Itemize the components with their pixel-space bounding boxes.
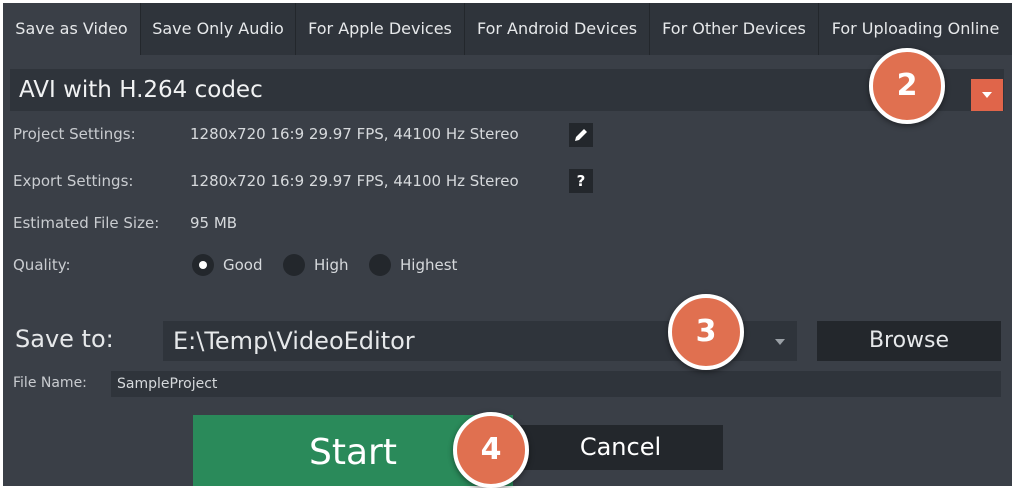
callout-badge-3: 3: [668, 294, 744, 370]
project-settings-label: Project Settings:: [13, 125, 136, 143]
file-name-label: File Name:: [13, 375, 87, 391]
file-size-label: Estimated File Size:: [13, 214, 160, 232]
tab-uploading-online[interactable]: For Uploading Online: [819, 3, 1012, 55]
save-to-dropdown-button[interactable]: [763, 321, 797, 361]
callout-badge-2: 2: [869, 48, 945, 124]
quality-good-radio[interactable]: [192, 254, 214, 276]
tab-save-only-audio[interactable]: Save Only Audio: [141, 3, 296, 55]
save-to-path: E:\Temp\VideoEditor: [173, 327, 415, 355]
quality-high-radio[interactable]: [283, 254, 305, 276]
file-size-value: 95 MB: [190, 214, 238, 232]
tab-save-as-video[interactable]: Save as Video: [3, 3, 141, 55]
quality-highest-radio[interactable]: [369, 254, 391, 276]
tab-android-devices[interactable]: For Android Devices: [465, 3, 650, 55]
export-settings-label: Export Settings:: [13, 172, 134, 190]
edit-settings-button[interactable]: [569, 123, 593, 147]
quality-good-label[interactable]: Good: [223, 256, 263, 274]
tab-other-devices[interactable]: For Other Devices: [650, 3, 819, 55]
quality-high-label[interactable]: High: [314, 256, 348, 274]
project-settings-value: 1280x720 16:9 29.97 FPS, 44100 Hz Stereo: [190, 125, 519, 143]
format-value: AVI with H.264 codec: [19, 77, 263, 103]
export-settings-value: 1280x720 16:9 29.97 FPS, 44100 Hz Stereo: [190, 172, 519, 190]
tab-apple-devices[interactable]: For Apple Devices: [296, 3, 465, 55]
format-select[interactable]: AVI with H.264 codec: [10, 69, 1004, 111]
file-name-value: SampleProject: [117, 376, 218, 392]
quality-highest-label[interactable]: Highest: [400, 256, 457, 274]
help-button[interactable]: ?: [569, 169, 593, 193]
pencil-icon: [575, 129, 587, 141]
export-dialog: Save as Video Save Only Audio For Apple …: [3, 3, 1012, 486]
browse-button[interactable]: Browse: [817, 321, 1001, 361]
format-dropdown-button[interactable]: [971, 79, 1003, 111]
chevron-down-icon: [982, 92, 992, 98]
quality-label: Quality:: [13, 256, 71, 274]
callout-badge-4: 4: [453, 412, 529, 488]
cancel-button[interactable]: Cancel: [518, 425, 723, 470]
tab-bar: Save as Video Save Only Audio For Apple …: [3, 3, 1012, 55]
save-to-label: Save to:: [15, 325, 114, 353]
chevron-down-icon: [775, 339, 785, 345]
file-name-field[interactable]: SampleProject: [111, 371, 1001, 397]
